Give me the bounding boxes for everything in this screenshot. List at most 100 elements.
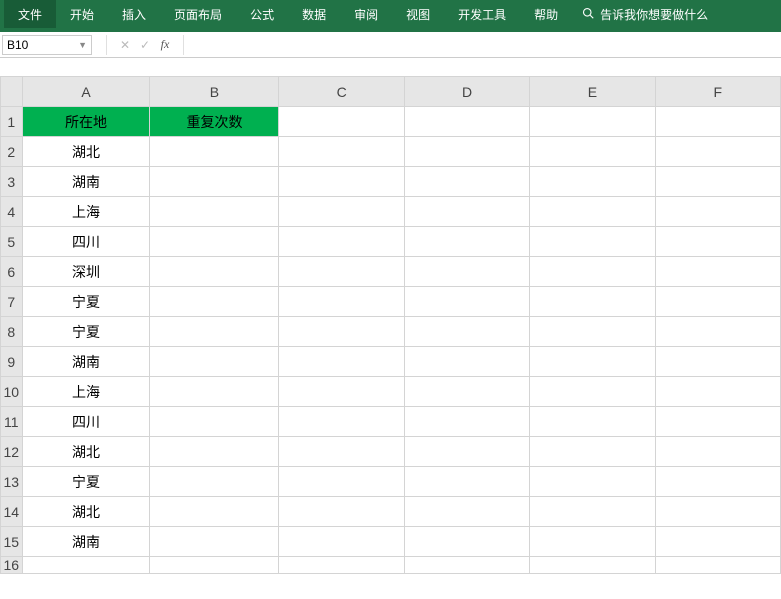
cell-F1[interactable] <box>655 107 780 137</box>
cell-A13[interactable]: 宁夏 <box>22 467 150 497</box>
cell-D14[interactable] <box>404 497 529 527</box>
row-header-8[interactable]: 8 <box>1 317 23 347</box>
cell-E3[interactable] <box>530 167 655 197</box>
chevron-down-icon[interactable]: ▼ <box>78 40 87 50</box>
row-header-11[interactable]: 11 <box>1 407 23 437</box>
cell-C3[interactable] <box>279 167 404 197</box>
cell-A9[interactable]: 湖南 <box>22 347 150 377</box>
cell-C8[interactable] <box>279 317 404 347</box>
cell-E15[interactable] <box>530 527 655 557</box>
tab-insert[interactable]: 插入 <box>108 0 160 28</box>
tab-file[interactable]: 文件 <box>4 0 56 28</box>
name-box[interactable]: B10 ▼ <box>2 35 92 55</box>
cell-F8[interactable] <box>655 317 780 347</box>
tab-pagelayout[interactable]: 页面布局 <box>160 0 236 28</box>
cell-D2[interactable] <box>404 137 529 167</box>
cell-B10[interactable] <box>150 377 279 407</box>
cell-A6[interactable]: 深圳 <box>22 257 150 287</box>
cell-C15[interactable] <box>279 527 404 557</box>
col-header-E[interactable]: E <box>530 77 655 107</box>
cell-F5[interactable] <box>655 227 780 257</box>
row-header-1[interactable]: 1 <box>1 107 23 137</box>
cell-F2[interactable] <box>655 137 780 167</box>
cell-D8[interactable] <box>404 317 529 347</box>
tell-me-search[interactable]: 告诉我你想要做什么 <box>572 6 718 23</box>
cell-C6[interactable] <box>279 257 404 287</box>
cell-E5[interactable] <box>530 227 655 257</box>
tab-view[interactable]: 视图 <box>392 0 444 28</box>
cell-A16[interactable] <box>22 557 150 574</box>
confirm-button[interactable]: ✓ <box>135 35 155 55</box>
row-header-5[interactable]: 5 <box>1 227 23 257</box>
cell-D10[interactable] <box>404 377 529 407</box>
cell-B13[interactable] <box>150 467 279 497</box>
cell-F10[interactable] <box>655 377 780 407</box>
cell-D9[interactable] <box>404 347 529 377</box>
cell-F12[interactable] <box>655 437 780 467</box>
cell-D6[interactable] <box>404 257 529 287</box>
cell-D1[interactable] <box>404 107 529 137</box>
cell-A2[interactable]: 湖北 <box>22 137 150 167</box>
tab-data[interactable]: 数据 <box>288 0 340 28</box>
cell-F4[interactable] <box>655 197 780 227</box>
cell-C13[interactable] <box>279 467 404 497</box>
cell-B15[interactable] <box>150 527 279 557</box>
tab-developer[interactable]: 开发工具 <box>444 0 520 28</box>
row-header-7[interactable]: 7 <box>1 287 23 317</box>
row-header-9[interactable]: 9 <box>1 347 23 377</box>
spreadsheet-grid[interactable]: A B C D E F 1 所在地 重复次数 2湖北 3湖南 4上海 5四川 6… <box>0 76 781 599</box>
cell-E8[interactable] <box>530 317 655 347</box>
cell-F6[interactable] <box>655 257 780 287</box>
row-header-16[interactable]: 16 <box>1 557 23 574</box>
cell-B12[interactable] <box>150 437 279 467</box>
cell-C4[interactable] <box>279 197 404 227</box>
cell-A11[interactable]: 四川 <box>22 407 150 437</box>
cell-F11[interactable] <box>655 407 780 437</box>
cell-C10[interactable] <box>279 377 404 407</box>
cell-E9[interactable] <box>530 347 655 377</box>
cell-C12[interactable] <box>279 437 404 467</box>
cell-A14[interactable]: 湖北 <box>22 497 150 527</box>
cell-E10[interactable] <box>530 377 655 407</box>
row-header-14[interactable]: 14 <box>1 497 23 527</box>
cell-E13[interactable] <box>530 467 655 497</box>
cell-B8[interactable] <box>150 317 279 347</box>
col-header-C[interactable]: C <box>279 77 404 107</box>
row-header-6[interactable]: 6 <box>1 257 23 287</box>
cell-E7[interactable] <box>530 287 655 317</box>
cell-F13[interactable] <box>655 467 780 497</box>
fx-button[interactable]: fx <box>155 35 175 55</box>
cell-B14[interactable] <box>150 497 279 527</box>
cell-A3[interactable]: 湖南 <box>22 167 150 197</box>
tab-home[interactable]: 开始 <box>56 0 108 28</box>
row-header-10[interactable]: 10 <box>1 377 23 407</box>
cell-B2[interactable] <box>150 137 279 167</box>
row-header-2[interactable]: 2 <box>1 137 23 167</box>
cell-B9[interactable] <box>150 347 279 377</box>
cell-D16[interactable] <box>404 557 529 574</box>
cell-E11[interactable] <box>530 407 655 437</box>
cancel-button[interactable]: ✕ <box>115 35 135 55</box>
cell-E12[interactable] <box>530 437 655 467</box>
cell-A5[interactable]: 四川 <box>22 227 150 257</box>
cell-D4[interactable] <box>404 197 529 227</box>
tab-help[interactable]: 帮助 <box>520 0 572 28</box>
cell-C11[interactable] <box>279 407 404 437</box>
cell-B1[interactable]: 重复次数 <box>150 107 279 137</box>
cell-B11[interactable] <box>150 407 279 437</box>
cell-D5[interactable] <box>404 227 529 257</box>
cell-C9[interactable] <box>279 347 404 377</box>
cell-A4[interactable]: 上海 <box>22 197 150 227</box>
cell-C16[interactable] <box>279 557 404 574</box>
row-header-3[interactable]: 3 <box>1 167 23 197</box>
cell-E16[interactable] <box>530 557 655 574</box>
col-header-A[interactable]: A <box>22 77 150 107</box>
col-header-F[interactable]: F <box>655 77 780 107</box>
cell-D11[interactable] <box>404 407 529 437</box>
row-header-13[interactable]: 13 <box>1 467 23 497</box>
cell-D15[interactable] <box>404 527 529 557</box>
cell-D13[interactable] <box>404 467 529 497</box>
cell-A12[interactable]: 湖北 <box>22 437 150 467</box>
row-header-12[interactable]: 12 <box>1 437 23 467</box>
cell-F15[interactable] <box>655 527 780 557</box>
